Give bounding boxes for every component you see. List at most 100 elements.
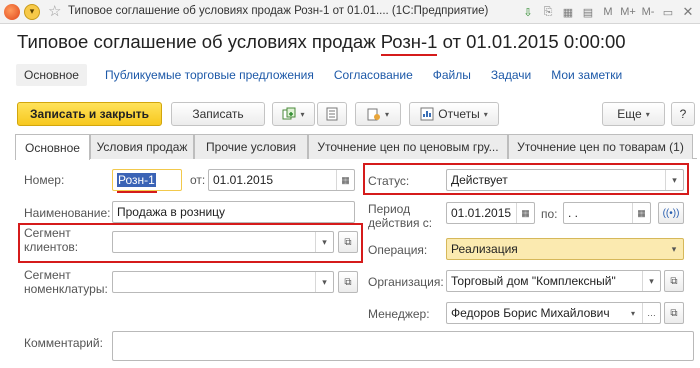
calendar-icon[interactable]: ▤ bbox=[580, 6, 596, 19]
nomenclature-segment-label: Сегмент номенклатуры: bbox=[24, 268, 108, 296]
menu-icon[interactable]: ▾ bbox=[24, 4, 40, 20]
comment-label: Комментарий: bbox=[24, 336, 103, 350]
chevron-down-icon[interactable]: ▾ bbox=[624, 303, 642, 323]
period-to-value: . . bbox=[568, 206, 579, 220]
form-nav: Основное Публикуемые торговые предложени… bbox=[16, 63, 632, 87]
organization-label: Организация: bbox=[368, 275, 444, 289]
chevron-down-icon: ▾ bbox=[300, 109, 305, 119]
page-title: Типовое соглашение об условиях продаж Ро… bbox=[17, 31, 626, 56]
more-button[interactable]: Еще ▾ bbox=[602, 102, 665, 126]
favorite-star-icon[interactable]: ☆ bbox=[48, 2, 61, 20]
document-icon bbox=[326, 107, 338, 121]
memory-m-minus-icon[interactable]: M- bbox=[640, 6, 656, 18]
page-title-code: Розн-1 bbox=[380, 31, 438, 56]
operation-value: Реализация bbox=[451, 242, 518, 256]
organization-field[interactable]: Торговый дом "Комплексный" ▾ bbox=[446, 270, 661, 292]
manager-value: Федоров Борис Михайлович bbox=[451, 306, 610, 320]
open-icon: ⧉ bbox=[670, 275, 678, 287]
nav-files[interactable]: Файлы bbox=[433, 68, 471, 82]
period-settings-button[interactable]: ((•)) bbox=[658, 202, 684, 224]
more-label: Еще bbox=[617, 107, 642, 121]
calendar-icon[interactable]: ▦ bbox=[632, 203, 650, 223]
comment-field[interactable] bbox=[112, 331, 694, 361]
organization-open-button[interactable]: ⧉ bbox=[664, 270, 684, 292]
page-title-suffix: от 01.01.2015 0:00:00 bbox=[437, 31, 626, 52]
manager-label: Менеджер: bbox=[368, 307, 430, 321]
form-content: Номер: Розн-1 от: 01.01.2015 ▦ Наименован… bbox=[15, 159, 697, 368]
status-field[interactable]: Действует ▾ bbox=[446, 169, 684, 191]
create-based-icon bbox=[282, 107, 296, 120]
open-icon: ⧉ bbox=[344, 236, 352, 248]
nav-main[interactable]: Основное bbox=[16, 64, 87, 86]
number-label: Номер: bbox=[24, 173, 65, 187]
chevron-down-icon[interactable]: ▾ bbox=[642, 271, 660, 291]
form-tabs: Основное Условия продаж Прочие условия У… bbox=[15, 134, 697, 160]
page-title-prefix: Типовое соглашение об условиях продаж bbox=[17, 31, 381, 52]
close-icon[interactable]: ✕ bbox=[680, 4, 696, 20]
app-icon[interactable] bbox=[4, 4, 20, 20]
name-field[interactable]: Продажа в розницу bbox=[112, 201, 355, 223]
ellipsis-icon[interactable]: … bbox=[642, 303, 660, 323]
client-segment-field[interactable]: ▾ bbox=[112, 231, 334, 253]
tab-main[interactable]: Основное bbox=[15, 134, 90, 160]
tab-other-terms[interactable]: Прочие условия bbox=[194, 134, 308, 159]
tab-price-groups[interactable]: Уточнение цен по ценовым гру... bbox=[308, 134, 508, 159]
number-underline bbox=[117, 191, 157, 193]
chevron-down-icon: ▾ bbox=[483, 109, 488, 119]
period-to-label: по: bbox=[541, 207, 558, 221]
chevron-down-icon[interactable]: ▾ bbox=[665, 170, 683, 190]
status-value: Действует bbox=[451, 173, 508, 187]
calendar-icon[interactable]: ▦ bbox=[336, 170, 354, 190]
attach-icon bbox=[367, 108, 380, 121]
organization-value: Торговый дом "Комплексный" bbox=[451, 274, 616, 288]
period-label: Период действия с: bbox=[368, 202, 433, 230]
status-label: Статус: bbox=[368, 174, 410, 188]
title-bar: ▾ ☆ Типовое соглашение об условиях прода… bbox=[0, 0, 700, 24]
document-button[interactable] bbox=[317, 102, 347, 126]
chevron-down-icon: ▾ bbox=[384, 109, 389, 119]
save-and-close-button[interactable]: Записать и закрыть bbox=[17, 102, 162, 126]
nav-approval[interactable]: Согласование bbox=[334, 68, 413, 82]
tab-price-products[interactable]: Уточнение цен по товарам (1) bbox=[508, 134, 693, 159]
chevron-down-icon[interactable]: ▾ bbox=[315, 232, 333, 252]
operation-field[interactable]: Реализация ▾ bbox=[446, 238, 684, 260]
nomenclature-segment-field[interactable]: ▾ bbox=[112, 271, 334, 293]
attach-button[interactable]: ▾ bbox=[355, 102, 401, 126]
restore-icon[interactable]: ▭ bbox=[660, 6, 676, 19]
period-to-field[interactable]: . . ▦ bbox=[563, 202, 651, 224]
calendar-icon[interactable]: ▦ bbox=[516, 203, 534, 223]
open-icon: ⧉ bbox=[670, 307, 678, 319]
calculator-icon[interactable]: ▦ bbox=[560, 6, 576, 19]
nomenclature-segment-open-button[interactable]: ⧉ bbox=[338, 271, 358, 293]
history-icon[interactable]: ⎘ bbox=[540, 6, 556, 19]
help-button[interactable]: ? bbox=[671, 102, 695, 126]
create-based-button[interactable]: ▾ bbox=[272, 102, 315, 126]
memory-m-icon[interactable]: M bbox=[600, 6, 616, 18]
number-field[interactable]: Розн-1 bbox=[112, 169, 182, 191]
nav-tasks[interactable]: Задачи bbox=[491, 68, 531, 82]
date-label: от: bbox=[190, 173, 206, 187]
nav-published-offers[interactable]: Публикуемые торговые предложения bbox=[105, 68, 314, 82]
chevron-down-icon[interactable]: ▾ bbox=[665, 239, 683, 259]
date-field[interactable]: 01.01.2015 ▦ bbox=[208, 169, 355, 191]
nav-notes[interactable]: Мои заметки bbox=[551, 68, 622, 82]
period-from-value: 01.01.2015 bbox=[451, 206, 512, 220]
toolbar: Записать и закрыть Записать ▾ ▾ Отчеты ▾… bbox=[17, 102, 697, 126]
chevron-down-icon: ▾ bbox=[645, 109, 650, 119]
manager-field[interactable]: Федоров Борис Михайлович ▾… bbox=[446, 302, 661, 324]
number-value: Розн-1 bbox=[117, 173, 156, 187]
reports-label: Отчеты bbox=[438, 107, 480, 121]
save-button[interactable]: Записать bbox=[171, 102, 265, 126]
save-icon[interactable]: ⇩ bbox=[520, 6, 536, 19]
reports-icon bbox=[420, 107, 434, 121]
client-segment-label: Сегмент клиентов: bbox=[24, 226, 79, 254]
date-value: 01.01.2015 bbox=[213, 173, 274, 187]
client-segment-open-button[interactable]: ⧉ bbox=[338, 231, 358, 253]
tab-sales-terms[interactable]: Условия продаж bbox=[90, 134, 194, 159]
period-from-field[interactable]: 01.01.2015 ▦ bbox=[446, 202, 535, 224]
manager-open-button[interactable]: ⧉ bbox=[664, 302, 684, 324]
window-title: Типовое соглашение об условиях продаж Ро… bbox=[68, 5, 489, 17]
memory-m-plus-icon[interactable]: M+ bbox=[620, 6, 636, 18]
reports-button[interactable]: Отчеты ▾ bbox=[409, 102, 499, 126]
chevron-down-icon[interactable]: ▾ bbox=[315, 272, 333, 292]
